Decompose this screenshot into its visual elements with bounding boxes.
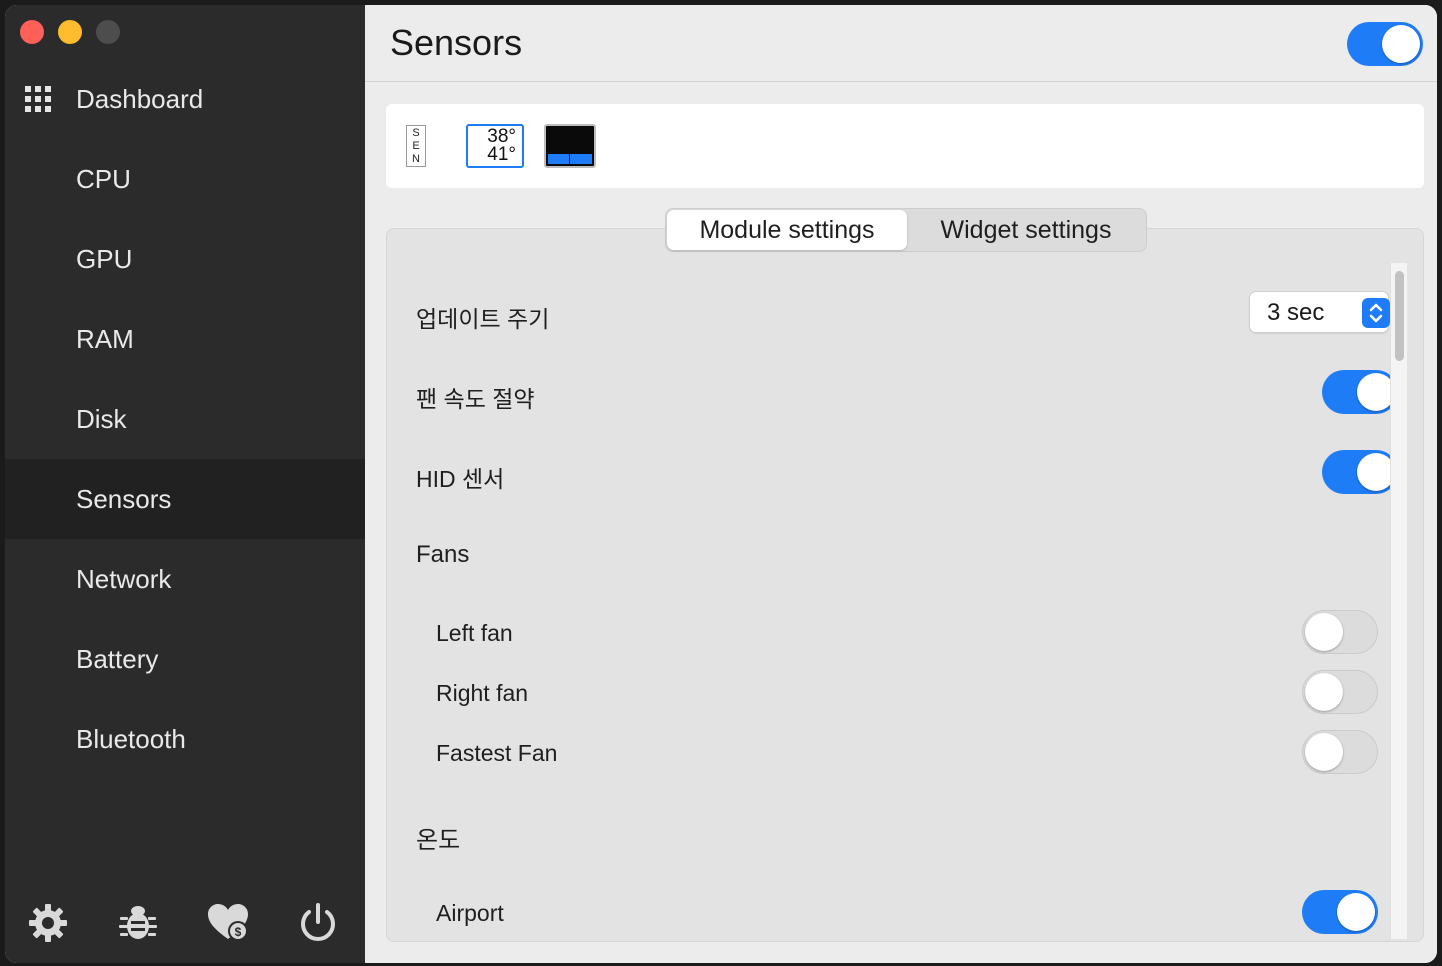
- widget-sen-letter: E: [412, 139, 420, 152]
- header: Sensors: [365, 5, 1437, 82]
- sidebar-item-label: Disk: [76, 403, 127, 434]
- sidebar-item-cpu[interactable]: CPU: [5, 139, 365, 219]
- right-fan-toggle[interactable]: [1302, 670, 1378, 714]
- sidebar-item-sensors[interactable]: Sensors: [5, 459, 365, 539]
- widget-preview-bar: S E N 38° 41°: [386, 104, 1424, 188]
- tab-widget-settings[interactable]: Widget settings: [907, 210, 1145, 250]
- sidebar-item-label: Network: [76, 563, 172, 594]
- sidebar-item-disk[interactable]: Disk: [5, 379, 365, 459]
- temperature-heading: 온도: [416, 827, 461, 854]
- gear-icon[interactable]: [26, 901, 70, 945]
- left-fan-toggle[interactable]: [1302, 610, 1378, 654]
- update-interval-value: 3 sec: [1267, 299, 1325, 326]
- update-interval-select[interactable]: 3 sec: [1249, 291, 1390, 333]
- widget-temperature-stack[interactable]: 38° 41°: [466, 124, 524, 168]
- tab-module-settings[interactable]: Module settings: [667, 210, 907, 250]
- widget-sen-letter: N: [412, 152, 420, 165]
- settings-panel: [386, 228, 1424, 942]
- sidebar-item-label: CPU: [76, 163, 131, 194]
- sidebar-item-label: Battery: [76, 643, 159, 674]
- sidebar-item-label: GPU: [76, 243, 133, 274]
- svg-text:$: $: [235, 925, 242, 939]
- sidebar-nav: Dashboard CPU GPU RAM Disk Sensors Netwo…: [5, 59, 365, 779]
- sidebar-item-label: RAM: [76, 323, 134, 354]
- fan-label: Right fan: [436, 680, 529, 706]
- stepper-chevrons-icon: [1362, 298, 1390, 328]
- fan-label: Fastest Fan: [436, 740, 558, 766]
- sidebar-item-label: Sensors: [76, 483, 172, 514]
- bug-icon[interactable]: [116, 901, 160, 945]
- grid-icon: [25, 86, 51, 112]
- fan-label: Left fan: [436, 620, 513, 646]
- close-button[interactable]: [20, 20, 44, 44]
- module-enable-toggle[interactable]: [1347, 22, 1423, 66]
- widget-sensor-label[interactable]: S E N: [406, 125, 426, 167]
- fastest-fan-toggle[interactable]: [1302, 730, 1378, 774]
- hid-sensor-label: HID 센서: [416, 466, 505, 492]
- sidebar-item-network[interactable]: Network: [5, 539, 365, 619]
- sidebar-item-gpu[interactable]: GPU: [5, 219, 365, 299]
- settings-tabs: Module settings Widget settings: [665, 208, 1147, 252]
- update-interval-label: 업데이트 주기: [416, 306, 550, 332]
- app-window: Dashboard CPU GPU RAM Disk Sensors Netwo…: [5, 5, 1437, 963]
- airport-toggle[interactable]: [1302, 890, 1378, 934]
- minimize-button[interactable]: [58, 20, 82, 44]
- sidebar-item-label: Dashboard: [76, 83, 204, 114]
- sidebar-footer: $: [5, 901, 365, 945]
- sidebar-item-battery[interactable]: Battery: [5, 619, 365, 699]
- widget-bar-chart[interactable]: [544, 124, 596, 168]
- zoom-button[interactable]: [96, 20, 120, 44]
- page-title: Sensors: [390, 22, 523, 63]
- heart-donate-icon[interactable]: $: [206, 901, 250, 945]
- sidebar-item-ram[interactable]: RAM: [5, 299, 365, 379]
- settings-scrollbar[interactable]: [1390, 263, 1407, 939]
- temp-sensor-label: Airport: [436, 900, 504, 926]
- power-icon[interactable]: [296, 901, 340, 945]
- main-content: Sensors S E N 38° 41° Module settings Wi…: [365, 5, 1437, 963]
- hid-sensor-toggle[interactable]: [1322, 450, 1398, 494]
- sidebar-item-dashboard[interactable]: Dashboard: [5, 59, 365, 139]
- fan-save-label: 팬 속도 절약: [416, 386, 535, 412]
- sidebar-item-label: Bluetooth: [76, 723, 186, 754]
- sidebar-item-bluetooth[interactable]: Bluetooth: [5, 699, 365, 779]
- sidebar: Dashboard CPU GPU RAM Disk Sensors Netwo…: [5, 5, 365, 963]
- widget-temp-value: 41°: [487, 144, 516, 165]
- traffic-lights: [20, 20, 120, 44]
- widget-sen-letter: S: [412, 126, 420, 139]
- fan-save-toggle[interactable]: [1322, 370, 1398, 414]
- fans-heading: Fans: [416, 541, 470, 568]
